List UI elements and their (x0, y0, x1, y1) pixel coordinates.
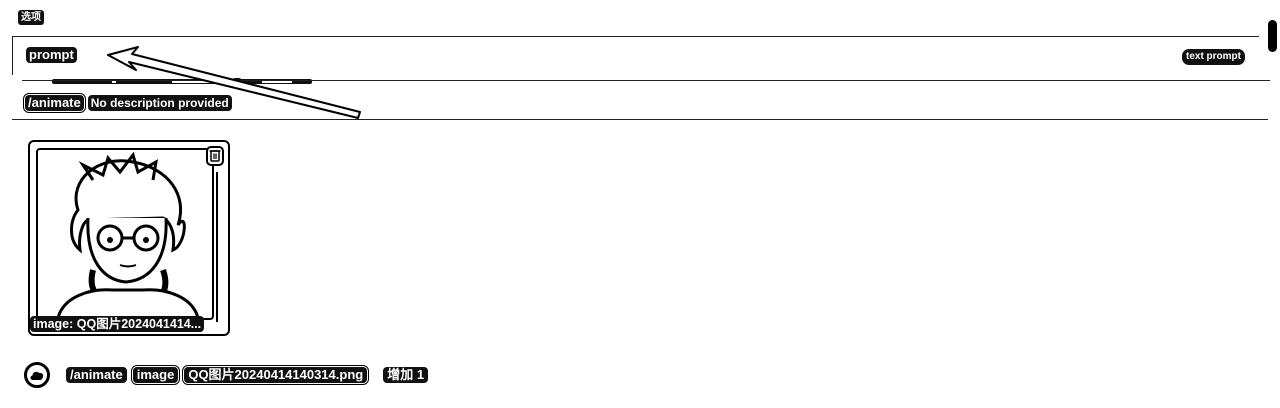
add-option-button[interactable]: 增加 1 (383, 367, 429, 383)
options-label: 选项 (18, 10, 44, 25)
command-name[interactable]: /animate (23, 93, 86, 113)
options-panel (12, 36, 1259, 75)
option-type-badge: text prompt (1182, 49, 1245, 65)
scrollbar-thumb[interactable] (1268, 20, 1277, 52)
image-attachment-card (28, 140, 230, 336)
clipped-header-stub (60, 0, 310, 4)
param-label[interactable]: image (130, 365, 181, 385)
cloud-upload-icon[interactable] (24, 362, 50, 388)
command-description: No description provided (87, 95, 232, 111)
attachment-image (36, 148, 214, 320)
attachment-caption: image: QQ图片2024041414... (30, 316, 205, 332)
option-prompt[interactable]: prompt (26, 47, 77, 63)
input-command[interactable]: /animate (66, 367, 127, 383)
param-value[interactable]: QQ图片20240414140314.png (182, 365, 370, 385)
divider (22, 80, 1270, 81)
divider (12, 119, 1268, 120)
chat-input-row[interactable]: /animate image QQ图片20240414140314.png 增加… (24, 362, 429, 388)
card-side-rail (216, 172, 222, 322)
trash-icon[interactable] (206, 146, 224, 166)
discord-slash-command-ui: 选项 prompt text prompt /animate No descri… (0, 0, 1280, 408)
autocomplete-underline (52, 78, 312, 85)
command-row[interactable]: /animate No description provided (23, 93, 232, 113)
